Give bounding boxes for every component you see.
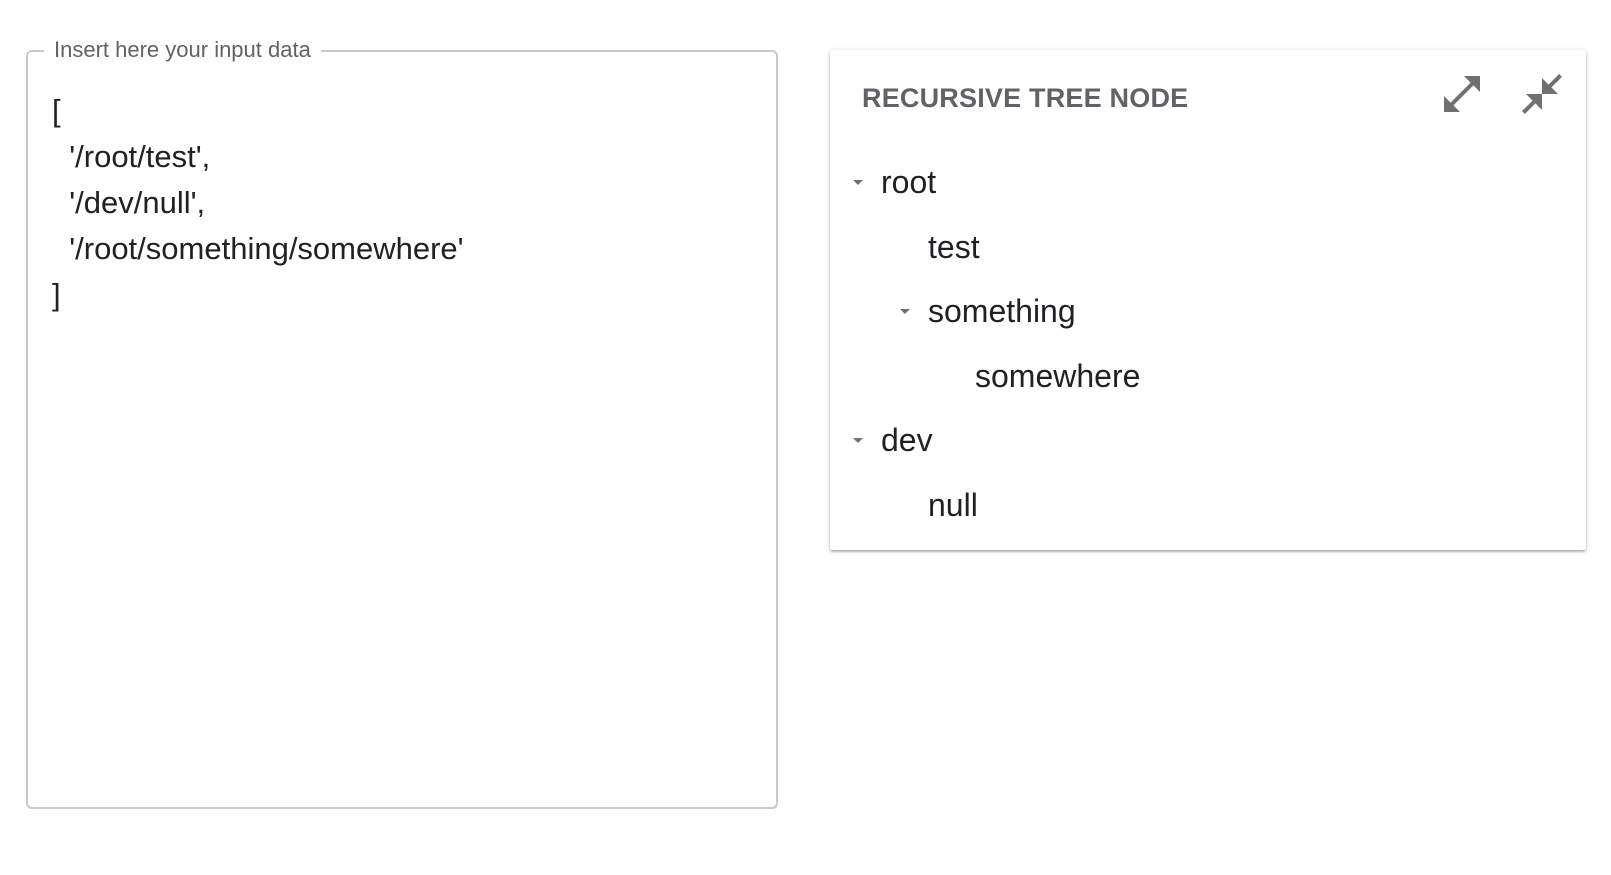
tree-node-label: null [928,486,978,523]
tree-node-label: root [881,164,937,201]
tree: root test something somewhere dev null [830,150,1586,537]
input-data-label: Insert here your input data [44,36,321,64]
tree-node-something[interactable]: something [830,279,1586,344]
tree-node-label: something [928,293,1076,330]
caret-down-icon[interactable] [841,423,875,457]
expand-all-button[interactable] [1434,66,1490,122]
expand-all-icon [1444,76,1480,112]
tree-node-dev[interactable]: dev [830,408,1586,473]
tree-node-test[interactable]: test [830,215,1586,280]
card-actions [1434,66,1570,122]
tree-node-root[interactable]: root [830,150,1586,215]
tree-node-null[interactable]: null [830,473,1586,538]
card-title: RECURSIVE TREE NODE [862,83,1189,113]
caret-down-icon[interactable] [841,165,875,199]
collapse-all-button[interactable] [1514,66,1570,122]
input-data-textarea[interactable] [52,88,752,783]
tree-node-label: test [928,228,980,265]
recursive-tree-card: RECURSIVE TREE NODE root test something … [830,50,1586,550]
tree-node-label: dev [881,422,933,459]
caret-down-icon[interactable] [888,294,922,328]
input-data-field[interactable]: Insert here your input data [26,36,778,809]
tree-node-somewhere[interactable]: somewhere [830,344,1586,409]
collapse-all-icon [1522,74,1562,114]
tree-node-label: somewhere [975,357,1141,394]
